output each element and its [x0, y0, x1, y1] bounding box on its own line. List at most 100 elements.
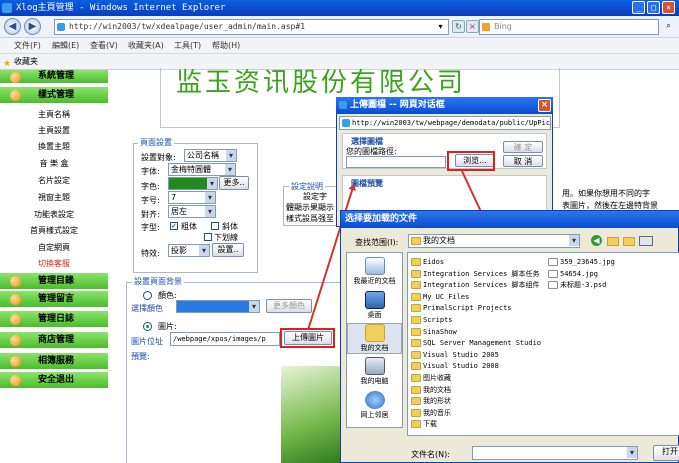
color-radio-label: 顏色:: [158, 291, 177, 300]
sidebar-sub-homepage-style[interactable]: 首頁樣式設定: [0, 223, 108, 238]
favorites-label[interactable]: 收藏夹: [14, 57, 38, 66]
sidebar-item-logout[interactable]: 安全退出: [0, 372, 108, 389]
folder-icon: [411, 327, 421, 336]
folder-item[interactable]: Eidos: [411, 257, 444, 268]
sidebar-item-style[interactable]: 樣式管理: [0, 87, 108, 104]
bg-color-select[interactable]: [176, 300, 260, 313]
folder-icon: [411, 385, 421, 394]
back-icon[interactable]: ◀: [4, 18, 21, 35]
search-input[interactable]: Bing: [479, 19, 659, 35]
underline-checkbox[interactable]: [204, 233, 212, 241]
sidebar-label: 管理留言: [38, 294, 75, 304]
stop-icon[interactable]: ×: [466, 20, 479, 33]
place-my-computer[interactable]: 我的电脑: [347, 357, 402, 386]
look-in-select[interactable]: 我的文档: [408, 234, 580, 248]
folder-item[interactable]: Integration Services 脚本任务: [411, 269, 540, 280]
folder-item[interactable]: 下载: [411, 419, 437, 430]
size-select[interactable]: 7: [168, 191, 216, 204]
folder-name: SQL Server Management Studio: [423, 339, 542, 348]
folder-name: 图片收藏: [423, 374, 451, 382]
effect-setup-button[interactable]: 設置..: [212, 243, 244, 257]
page-settings-legend: 頁面設置: [138, 137, 174, 148]
place-desktop[interactable]: 桌面: [347, 291, 402, 320]
forward-icon[interactable]: ▶: [24, 18, 41, 35]
sidebar-item-directory[interactable]: 管理目錄: [0, 273, 108, 290]
sidebar-sub-custom-page[interactable]: 自定網頁: [0, 240, 108, 255]
folder-item[interactable]: PrimalScript Projects: [411, 303, 512, 314]
sidebar-sub-switch-service[interactable]: 切換客服: [0, 256, 108, 271]
folder-item[interactable]: Visual Studio 2005: [411, 350, 499, 361]
sidebar-sub-theme[interactable]: 換置主題: [0, 139, 108, 154]
sidebar-item-logs[interactable]: 管理日誌: [0, 311, 108, 328]
file-item[interactable]: 54654.jpg: [548, 269, 598, 280]
file-item[interactable]: 359_23645.jpg: [548, 257, 615, 268]
place-my-documents[interactable]: 我的文档: [347, 323, 402, 354]
folder-item[interactable]: SinaShow: [411, 327, 457, 338]
up-folder-icon[interactable]: [607, 237, 619, 246]
address-bar[interactable]: http://win2003/tw/xdealpage/user_admin/m…: [54, 19, 449, 35]
sidebar-sub-card[interactable]: 名片設定: [0, 173, 108, 188]
sidebar-sub-homename[interactable]: 主頁名稱: [0, 107, 108, 122]
open-button[interactable]: 打开: [653, 445, 679, 461]
close-icon[interactable]: ×: [662, 1, 675, 14]
font-color-select[interactable]: [168, 177, 218, 190]
more-bg-colors-button[interactable]: 更多顏色: [266, 299, 312, 313]
folder-item[interactable]: 我的音乐: [411, 408, 451, 419]
sidebar-sub-menu-settings[interactable]: 功能表設定: [0, 207, 108, 222]
folder-item[interactable]: 我的文档: [411, 385, 451, 396]
new-folder-icon[interactable]: [623, 237, 635, 246]
menu-tools[interactable]: 工具(T): [174, 40, 201, 51]
sidebar-item-shop[interactable]: 商店管理: [0, 332, 108, 349]
folder-item[interactable]: 图片收藏: [411, 373, 451, 384]
target-select[interactable]: 公司名稱: [184, 149, 237, 162]
file-dialog-title-bar: 选择要加载的文件: [341, 211, 679, 228]
sidebar-sub-homesettings[interactable]: 主頁設置: [0, 123, 108, 138]
image-url-input[interactable]: /webpage/xpos/images/p: [170, 332, 280, 346]
align-select[interactable]: 居左: [168, 205, 216, 218]
back-icon[interactable]: ◀: [591, 235, 602, 246]
file-path-input[interactable]: [346, 156, 446, 168]
folder-icon: [411, 397, 421, 406]
search-icon[interactable]: ⌕: [662, 20, 675, 33]
folder-name: 我的文档: [423, 385, 451, 394]
place-label: 我最近的文档: [353, 277, 396, 285]
close-icon[interactable]: ×: [538, 99, 551, 112]
cancel-button[interactable]: 取 消: [503, 155, 543, 167]
menu-help[interactable]: 帮助(H): [212, 40, 240, 51]
sidebar-sub-window-theme[interactable]: 視窗主題: [0, 190, 108, 205]
folder-item[interactable]: 我的形状: [411, 396, 451, 407]
italic-checkbox[interactable]: [211, 222, 219, 230]
refresh-icon[interactable]: ↻: [452, 20, 465, 33]
filename-input[interactable]: [472, 446, 638, 460]
folder-item[interactable]: My UC Files: [411, 292, 469, 303]
sidebar-item-messages[interactable]: 管理留言: [0, 291, 108, 308]
maximize-icon[interactable]: □: [647, 1, 660, 14]
sidebar-item-system[interactable]: 系統管理: [0, 70, 108, 84]
page-icon: [57, 23, 65, 31]
folder-item[interactable]: SQL Server Management Studio: [411, 338, 541, 349]
menu-view[interactable]: 查看(V): [90, 40, 118, 51]
bold-checkbox[interactable]: ✓: [170, 222, 178, 230]
menu-favorites[interactable]: 收藏夹(A): [128, 40, 164, 51]
color-radio[interactable]: [143, 291, 152, 300]
file-item[interactable]: 未标题-3.psd: [548, 280, 606, 291]
folder-item[interactable]: Visual Studio 2008: [411, 361, 499, 372]
sidebar-sub-musicbox[interactable]: 音 樂 盒: [0, 156, 108, 171]
menu-edit[interactable]: 編輯(E): [52, 40, 79, 51]
place-recent[interactable]: 我最近的文档: [347, 257, 402, 286]
font-select[interactable]: 金梅特圓體: [168, 163, 236, 176]
menu-file[interactable]: 文件(F): [14, 40, 41, 51]
folder-item[interactable]: Scripts: [411, 315, 453, 326]
effect-select[interactable]: 投影: [168, 244, 210, 257]
folder-item[interactable]: Integration Services 脚本组件: [411, 280, 540, 291]
image-radio[interactable]: [143, 322, 152, 331]
browse-highlight-box: [447, 151, 495, 171]
place-network[interactable]: 网上邻居: [347, 391, 402, 420]
sidebar-item-album[interactable]: 相簿服務: [0, 353, 108, 370]
ok-button[interactable]: 確 定: [503, 141, 543, 153]
address-dropdown-icon[interactable]: ▾: [434, 21, 447, 34]
upload-dialog-title-bar: 上傳圖檔 -- 网頁对话框 ×: [336, 97, 553, 114]
view-menu-icon[interactable]: [639, 236, 653, 246]
more-colors-button[interactable]: 更多..: [219, 176, 249, 190]
minimize-icon[interactable]: _: [632, 1, 645, 14]
